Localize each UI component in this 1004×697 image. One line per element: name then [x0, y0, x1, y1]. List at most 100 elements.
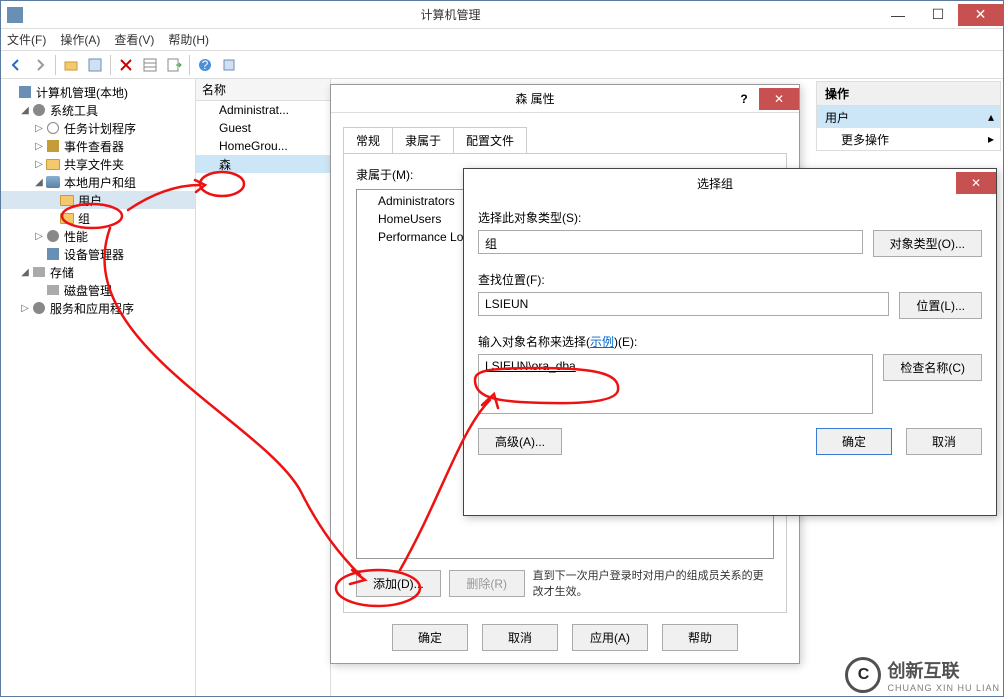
- list-item[interactable]: Guest: [196, 119, 330, 137]
- refresh-button[interactable]: [218, 54, 240, 76]
- names-value: LSIEUN\ora_dba: [485, 359, 576, 373]
- export-button[interactable]: [163, 54, 185, 76]
- dialog-close-button[interactable]: ✕: [759, 88, 799, 110]
- tree-services-apps[interactable]: ▷服务和应用程序: [1, 299, 195, 317]
- help-button[interactable]: ?: [194, 54, 216, 76]
- dialog-buttons: 高级(A)... 确定 取消: [478, 428, 982, 455]
- tree-label: 计算机管理(本地): [36, 84, 128, 101]
- actions-sub-label: 用户: [825, 109, 849, 126]
- list-item[interactable]: HomeGrou...: [196, 137, 330, 155]
- toolbar-separator: [189, 55, 190, 75]
- object-type-button[interactable]: 对象类型(O)...: [873, 230, 982, 257]
- object-type-field[interactable]: 组: [478, 230, 863, 254]
- toolbar-separator: [110, 55, 111, 75]
- memberof-buttons: 添加(D)... 删除(R) 直到下一次用户登录时对用户的组成员关系的更改才生效…: [356, 567, 774, 599]
- tree-device-manager[interactable]: 设备管理器: [1, 245, 195, 263]
- dialog-titlebar: 森 属性 ? ✕: [331, 85, 799, 113]
- tab-general[interactable]: 常规: [343, 127, 393, 153]
- member-label: Administrators: [378, 194, 455, 208]
- dialog-close-button[interactable]: ✕: [956, 172, 996, 194]
- delete-button[interactable]: [115, 54, 137, 76]
- tree-label: 本地用户和组: [64, 174, 136, 191]
- dialog-help-button[interactable]: ?: [729, 92, 759, 106]
- list-item[interactable]: Administrat...: [196, 101, 330, 119]
- tree-local-users-groups[interactable]: ◢本地用户和组: [1, 173, 195, 191]
- tree-task-scheduler[interactable]: ▷任务计划程序: [1, 119, 195, 137]
- back-button[interactable]: [5, 54, 27, 76]
- tree-storage[interactable]: ◢存储: [1, 263, 195, 281]
- dialog-buttons: 确定 取消 应用(A) 帮助: [331, 624, 799, 651]
- menu-file[interactable]: 文件(F): [7, 31, 46, 48]
- chevron-right-icon: ▸: [988, 132, 994, 146]
- tab-memberof[interactable]: 隶属于: [392, 127, 454, 153]
- member-label: HomeUsers: [378, 212, 441, 226]
- apply-button[interactable]: 应用(A): [572, 624, 648, 651]
- svg-text:?: ?: [202, 58, 209, 72]
- location-field[interactable]: LSIEUN: [478, 292, 889, 316]
- list-item-label: HomeGrou...: [219, 139, 288, 153]
- up-button[interactable]: [60, 54, 82, 76]
- cancel-button[interactable]: 取消: [482, 624, 558, 651]
- app-icon: [7, 7, 23, 23]
- dialog-title: 森 属性: [341, 90, 729, 107]
- tree-label: 事件查看器: [64, 138, 124, 155]
- advanced-button[interactable]: 高级(A)...: [478, 428, 562, 455]
- example-link[interactable]: 示例: [590, 335, 614, 349]
- tree-label: 用户: [78, 192, 102, 209]
- forward-button[interactable]: [29, 54, 51, 76]
- close-button[interactable]: ✕: [958, 4, 1003, 26]
- tree-label: 性能: [64, 228, 88, 245]
- actions-more[interactable]: 更多操作▸: [817, 128, 1000, 150]
- tree-label: 系统工具: [50, 102, 98, 119]
- window-buttons: — ☐ ✕: [878, 4, 1003, 26]
- menubar: 文件(F) 操作(A) 查看(V) 帮助(H): [1, 29, 1003, 51]
- list-item-label: Administrat...: [219, 103, 289, 117]
- actions-panel: 操作 用户▴ 更多操作▸: [816, 81, 1001, 151]
- tree-root[interactable]: 计算机管理(本地): [1, 83, 195, 101]
- tree-event-viewer[interactable]: ▷事件查看器: [1, 137, 195, 155]
- memberof-note: 直到下一次用户登录时对用户的组成员关系的更改才生效。: [533, 567, 773, 599]
- watermark-sub: CHUANG XIN HU LIAN: [887, 683, 1000, 693]
- list-item-selected[interactable]: 森: [196, 155, 330, 173]
- help-button[interactable]: 帮助: [662, 624, 738, 651]
- tree-groups[interactable]: 组: [1, 209, 195, 227]
- tree-label: 服务和应用程序: [50, 300, 134, 317]
- tree-disk-management[interactable]: 磁盘管理: [1, 281, 195, 299]
- tree-system-tools[interactable]: ◢系统工具: [1, 101, 195, 119]
- maximize-button[interactable]: ☐: [918, 4, 958, 26]
- titlebar: 计算机管理 — ☐ ✕: [1, 1, 1003, 29]
- remove-button[interactable]: 删除(R): [449, 570, 525, 597]
- list-button[interactable]: [139, 54, 161, 76]
- location-button[interactable]: 位置(L)...: [899, 292, 982, 319]
- watermark-brand: 创新互联: [887, 657, 1000, 683]
- names-label-pre: 输入对象名称来选择(: [478, 335, 590, 349]
- tree-panel[interactable]: 计算机管理(本地) ◢系统工具 ▷任务计划程序 ▷事件查看器 ▷共享文件夹 ◢本…: [1, 79, 196, 696]
- names-field[interactable]: LSIEUN\ora_dba: [478, 354, 873, 414]
- ok-button[interactable]: 确定: [392, 624, 468, 651]
- cancel-button[interactable]: 取消: [906, 428, 982, 455]
- menu-view[interactable]: 查看(V): [114, 31, 154, 48]
- member-label: Performance Log: [378, 230, 470, 244]
- check-names-button[interactable]: 检查名称(C): [883, 354, 982, 381]
- dialog-body: 选择此对象类型(S): 组 对象类型(O)... 查找位置(F): LSIEUN…: [464, 197, 996, 467]
- select-group-dialog: 选择组 ✕ 选择此对象类型(S): 组 对象类型(O)... 查找位置(F): …: [463, 168, 997, 516]
- tree-performance[interactable]: ▷性能: [1, 227, 195, 245]
- properties-button[interactable]: [84, 54, 106, 76]
- actions-header: 操作: [817, 82, 1000, 106]
- list-header[interactable]: 名称: [196, 79, 330, 101]
- add-button[interactable]: 添加(D)...: [356, 570, 441, 597]
- list-item-label: 森: [219, 156, 231, 173]
- menu-help[interactable]: 帮助(H): [168, 31, 209, 48]
- minimize-button[interactable]: —: [878, 4, 918, 26]
- tree-shared-folders[interactable]: ▷共享文件夹: [1, 155, 195, 173]
- tree-users[interactable]: 用户: [1, 191, 195, 209]
- object-type-label: 选择此对象类型(S):: [478, 209, 982, 226]
- tab-profile[interactable]: 配置文件: [453, 127, 527, 153]
- menu-action[interactable]: 操作(A): [60, 31, 100, 48]
- tree-label: 磁盘管理: [64, 282, 112, 299]
- actions-sub[interactable]: 用户▴: [817, 106, 1000, 128]
- dialog-title: 选择组: [474, 175, 956, 192]
- ok-button[interactable]: 确定: [816, 428, 892, 455]
- list-panel: 名称 Administrat... Guest HomeGrou... 森: [196, 79, 331, 696]
- list-item-label: Guest: [219, 121, 251, 135]
